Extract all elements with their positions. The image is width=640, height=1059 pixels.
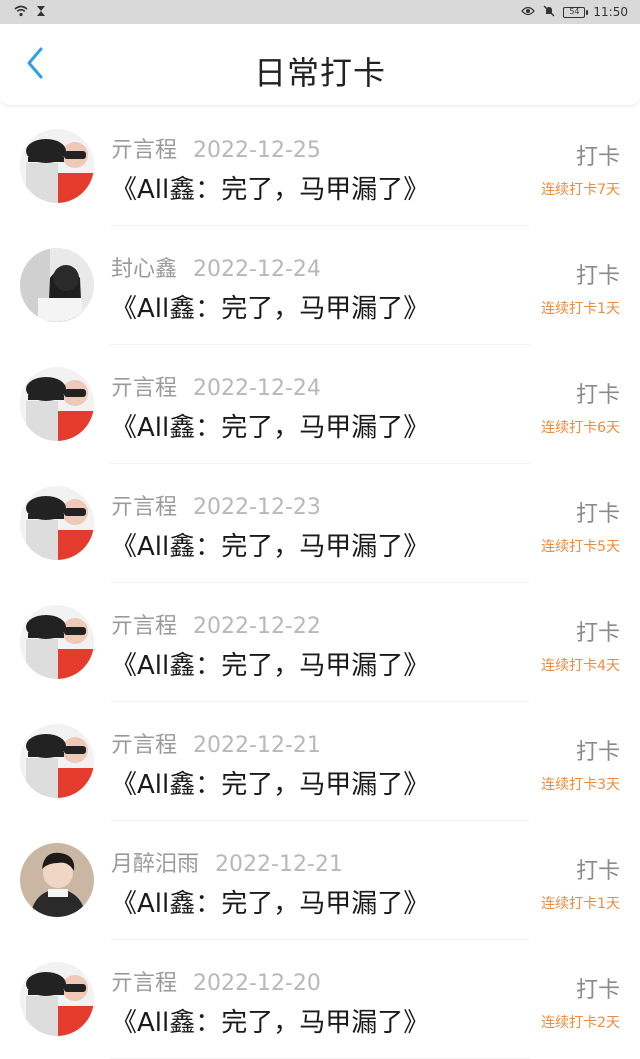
list-item[interactable]: 亓言程 2022-12-21 《All鑫：完了，马甲漏了》 打卡 连续打卡3天: [0, 702, 640, 821]
hourglass-icon: [36, 5, 46, 20]
checkin-list: 亓言程 2022-12-25 《All鑫：完了，马甲漏了》 打卡 连续打卡7天 封…: [0, 107, 640, 1059]
avatar[interactable]: [20, 129, 94, 203]
checkin-date: 2022-12-21: [215, 852, 343, 877]
username[interactable]: 封心鑫: [111, 257, 177, 282]
username[interactable]: 亓言程: [111, 971, 177, 996]
avatar-hat-image: [20, 962, 94, 1036]
avatar-hat-image: [20, 129, 94, 203]
book-title[interactable]: 《All鑫：完了，马甲漏了》: [111, 407, 429, 444]
wifi-icon: [14, 5, 28, 20]
avatar-hat-image: [20, 367, 94, 441]
streak-text: 连续打卡7天: [541, 182, 620, 198]
user-line: 亓言程 2022-12-22: [111, 608, 321, 640]
avatar-girl-image: [20, 248, 94, 322]
checkin-label: 打卡: [575, 978, 620, 1003]
eye-icon: [521, 5, 536, 19]
avatar[interactable]: [20, 962, 94, 1036]
streak-text: 连续打卡1天: [541, 896, 620, 912]
checkin-date: 2022-12-24: [193, 257, 321, 282]
book-title[interactable]: 《All鑫：完了，马甲漏了》: [111, 288, 429, 325]
status-bar: 54 11:50: [0, 0, 640, 24]
mute-bell-icon: [543, 5, 555, 20]
list-item[interactable]: 亓言程 2022-12-20 《All鑫：完了，马甲漏了》 打卡 连续打卡2天: [0, 940, 640, 1059]
user-line: 月醉汨雨 2022-12-21: [111, 846, 343, 878]
list-item[interactable]: 亓言程 2022-12-25 《All鑫：完了，马甲漏了》 打卡 连续打卡7天: [0, 107, 640, 226]
user-line: 亓言程 2022-12-21: [111, 727, 321, 759]
app-header: 日常打卡: [0, 24, 640, 106]
streak-text: 连续打卡4天: [541, 658, 620, 674]
user-line: 亓言程 2022-12-24: [111, 370, 321, 402]
status-right: 54 11:50: [521, 5, 628, 20]
book-title[interactable]: 《All鑫：完了，马甲漏了》: [111, 1002, 429, 1039]
checkin-label: 打卡: [575, 502, 620, 527]
avatar[interactable]: [20, 248, 94, 322]
streak-text: 连续打卡2天: [541, 1015, 620, 1031]
avatar-boy-image: [20, 843, 94, 917]
checkin-date: 2022-12-25: [193, 138, 321, 163]
checkin-date: 2022-12-23: [193, 495, 321, 520]
status-time: 11:50: [593, 5, 628, 19]
avatar[interactable]: [20, 605, 94, 679]
user-line: 亓言程 2022-12-23: [111, 489, 321, 521]
list-item[interactable]: 封心鑫 2022-12-24 《All鑫：完了，马甲漏了》 打卡 连续打卡1天: [0, 226, 640, 345]
checkin-date: 2022-12-20: [193, 971, 321, 996]
avatar[interactable]: [20, 724, 94, 798]
user-line: 亓言程 2022-12-20: [111, 965, 321, 997]
username[interactable]: 亓言程: [111, 376, 177, 401]
username[interactable]: 亓言程: [111, 733, 177, 758]
book-title[interactable]: 《All鑫：完了，马甲漏了》: [111, 645, 429, 682]
avatar[interactable]: [20, 367, 94, 441]
streak-text: 连续打卡5天: [541, 539, 620, 555]
avatar-hat-image: [20, 486, 94, 560]
user-line: 封心鑫 2022-12-24: [111, 251, 321, 283]
book-title[interactable]: 《All鑫：完了，马甲漏了》: [111, 883, 429, 920]
avatar-hat-image: [20, 724, 94, 798]
status-left: [14, 5, 46, 20]
checkin-label: 打卡: [575, 859, 620, 884]
streak-text: 连续打卡3天: [541, 777, 620, 793]
checkin-date: 2022-12-21: [193, 733, 321, 758]
checkin-label: 打卡: [575, 264, 620, 289]
checkin-label: 打卡: [575, 621, 620, 646]
list-item[interactable]: 亓言程 2022-12-22 《All鑫：完了，马甲漏了》 打卡 连续打卡4天: [0, 583, 640, 702]
avatar[interactable]: [20, 486, 94, 560]
checkin-date: 2022-12-24: [193, 376, 321, 401]
username[interactable]: 亓言程: [111, 495, 177, 520]
username[interactable]: 月醉汨雨: [111, 852, 199, 877]
list-item[interactable]: 亓言程 2022-12-24 《All鑫：完了，马甲漏了》 打卡 连续打卡6天: [0, 345, 640, 464]
battery-icon: 54: [563, 6, 589, 18]
book-title[interactable]: 《All鑫：完了，马甲漏了》: [111, 169, 429, 206]
page-title: 日常打卡: [253, 54, 386, 92]
user-line: 亓言程 2022-12-25: [111, 132, 321, 164]
list-item[interactable]: 亓言程 2022-12-23 《All鑫：完了，马甲漏了》 打卡 连续打卡5天: [0, 464, 640, 583]
avatar[interactable]: [20, 843, 94, 917]
username[interactable]: 亓言程: [111, 138, 177, 163]
checkin-label: 打卡: [575, 740, 620, 765]
checkin-label: 打卡: [575, 383, 620, 408]
streak-text: 连续打卡6天: [541, 420, 620, 436]
checkin-date: 2022-12-22: [193, 614, 321, 639]
streak-text: 连续打卡1天: [541, 301, 620, 317]
username[interactable]: 亓言程: [111, 614, 177, 639]
book-title[interactable]: 《All鑫：完了，马甲漏了》: [111, 526, 429, 563]
checkin-label: 打卡: [575, 145, 620, 170]
avatar-hat-image: [20, 605, 94, 679]
list-item[interactable]: 月醉汨雨 2022-12-21 《All鑫：完了，马甲漏了》 打卡 连续打卡1天: [0, 821, 640, 940]
book-title[interactable]: 《All鑫：完了，马甲漏了》: [111, 764, 429, 801]
